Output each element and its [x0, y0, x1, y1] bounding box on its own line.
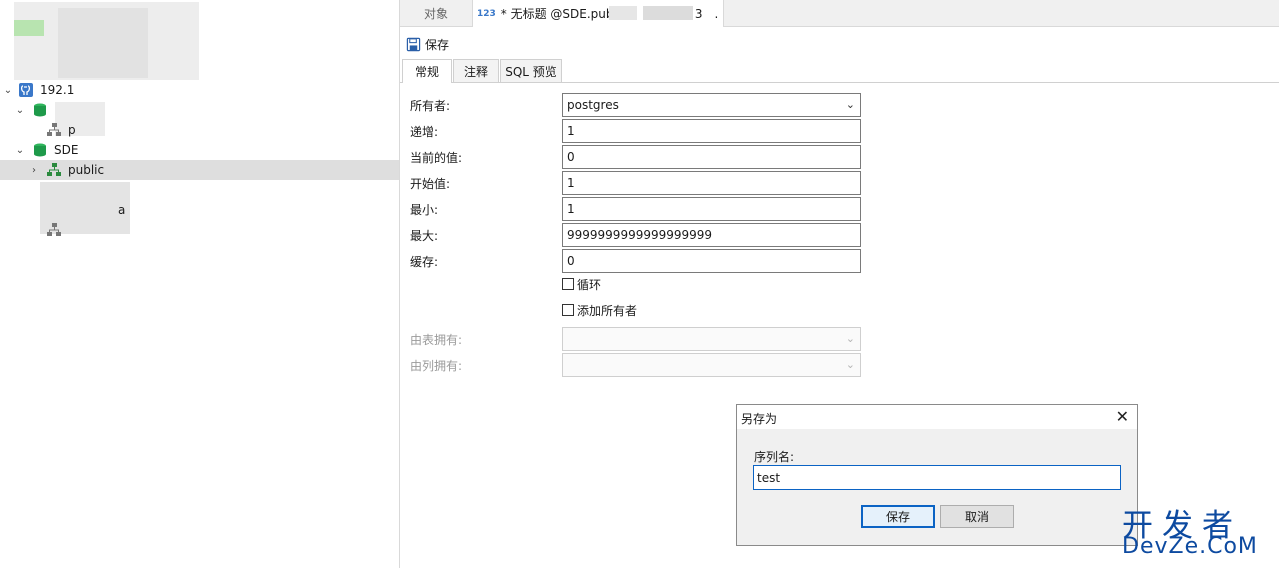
- postgres-connection-icon: [19, 83, 33, 97]
- owner-dropdown[interactable]: postgres ⌄: [562, 93, 861, 117]
- tree-row-database[interactable]: ⌄: [0, 100, 399, 120]
- obscured-region: [58, 8, 148, 78]
- chevron-down-icon: ⌄: [845, 98, 855, 111]
- owned-by-table-dropdown[interactable]: ⌄: [562, 327, 861, 351]
- tab-sql-preview[interactable]: SQL 预览: [500, 59, 562, 82]
- min-value: 1: [567, 202, 575, 216]
- tree-row-host[interactable]: ⌄ 192.1: [0, 80, 399, 100]
- tab-sequence-editor[interactable]: 123 * 无标题 @SDE.publ 3 .: [472, 0, 724, 27]
- database-label: SDE: [54, 143, 79, 157]
- tab-title-prefix: * 无标题 @SDE.publ: [500, 7, 617, 21]
- add-owner-checkbox[interactable]: [562, 304, 574, 316]
- chevron-down-icon: ⌄: [845, 358, 855, 371]
- sequence-name-value: test: [757, 470, 781, 485]
- max-label: 最大:: [410, 229, 439, 243]
- max-field[interactable]: 9999999999999999999: [562, 223, 861, 247]
- start-label: 开始值:: [410, 177, 451, 191]
- tab-objects[interactable]: 对象: [400, 0, 472, 26]
- tree-row-database-sde[interactable]: ⌄ SDE: [0, 140, 399, 160]
- schema-icon: [47, 163, 61, 176]
- start-field[interactable]: 1: [562, 171, 861, 195]
- chevron-down-icon[interactable]: ⌄: [14, 140, 26, 160]
- editor-tab-bar: 对象 123 * 无标题 @SDE.publ 3 .: [400, 0, 1279, 27]
- sequence-name-input[interactable]: test: [753, 465, 1121, 490]
- save-icon: [406, 37, 421, 51]
- host-label: 192.1: [40, 83, 75, 97]
- tree-row-schema[interactable]: a: [0, 200, 399, 220]
- close-icon[interactable]: ✕: [1116, 407, 1129, 426]
- owned-by-column-dropdown[interactable]: ⌄: [562, 353, 861, 377]
- min-field[interactable]: 1: [562, 197, 861, 221]
- schema-label: public: [68, 163, 105, 177]
- tab-comment[interactable]: 注释: [453, 59, 499, 82]
- owned-by-column-label: 由列拥有:: [410, 359, 463, 373]
- schema-icon: [47, 223, 61, 236]
- save-button[interactable]: 保存: [406, 34, 449, 54]
- tree-row-schema[interactable]: [0, 220, 399, 240]
- cache-label: 缓存:: [410, 255, 439, 269]
- increment-field[interactable]: 1: [562, 119, 861, 143]
- chevron-down-icon[interactable]: ⌄: [2, 80, 14, 100]
- owner-value: postgres: [567, 98, 619, 112]
- cycle-option[interactable]: 循环: [562, 276, 601, 292]
- tab-title-suffix: 3: [694, 6, 703, 21]
- schema-partial-label: p: [68, 123, 76, 137]
- tree-row-schema-public[interactable]: › public: [0, 160, 399, 180]
- editor-toolbar: 保存: [400, 27, 1279, 59]
- current-value: 0: [567, 150, 575, 164]
- dialog-save-button[interactable]: 保存: [861, 505, 935, 528]
- min-label: 最小:: [410, 203, 439, 217]
- dialog-titlebar[interactable]: 另存为 ✕: [737, 405, 1137, 429]
- navigator-panel: ⌄ 192.1 ⌄ p ⌄ SDE › public a: [0, 0, 400, 568]
- dialog-title: 另存为: [741, 412, 778, 426]
- obscured-region: [609, 6, 637, 20]
- cycle-checkbox[interactable]: [562, 278, 574, 290]
- save-as-dialog: 另存为 ✕ 序列名: test 保存 取消: [736, 404, 1138, 546]
- watermark-text: DevZe.CoM: [1122, 534, 1258, 559]
- owner-label: 所有者:: [410, 99, 451, 113]
- partial-label: a: [118, 203, 126, 217]
- increment-label: 递增:: [410, 125, 439, 139]
- sequence-name-label: 序列名:: [754, 450, 795, 464]
- tree-row-schema[interactable]: p: [0, 120, 399, 140]
- database-icon: [34, 103, 46, 117]
- cache-value: 0: [567, 254, 575, 268]
- obscured-region: [14, 20, 44, 36]
- save-label: 保存: [425, 37, 450, 52]
- start-value: 1: [567, 176, 575, 190]
- chevron-right-icon[interactable]: ›: [28, 160, 40, 180]
- schema-icon: [47, 123, 61, 136]
- owned-by-table-label: 由表拥有:: [410, 333, 463, 347]
- cache-field[interactable]: 0: [562, 249, 861, 273]
- max-value: 9999999999999999999: [567, 228, 713, 242]
- database-icon: [34, 143, 46, 157]
- current-value-label: 当前的值:: [410, 151, 463, 165]
- obscured-region: [643, 6, 693, 20]
- cycle-label: 循环: [577, 277, 602, 292]
- tab-general[interactable]: 常规: [402, 59, 452, 83]
- current-value-field[interactable]: 0: [562, 145, 861, 169]
- add-owner-option[interactable]: 添加所有者: [562, 302, 637, 318]
- tab-title-tail: .: [714, 6, 719, 21]
- editor-subtabs: 常规 注释 SQL 预览: [400, 59, 1279, 83]
- sequence-icon: 123: [477, 8, 496, 19]
- chevron-down-icon[interactable]: ⌄: [14, 100, 26, 120]
- dialog-cancel-button[interactable]: 取消: [940, 505, 1014, 528]
- increment-value: 1: [567, 124, 575, 138]
- chevron-down-icon: ⌄: [845, 332, 855, 345]
- add-owner-label: 添加所有者: [577, 303, 638, 318]
